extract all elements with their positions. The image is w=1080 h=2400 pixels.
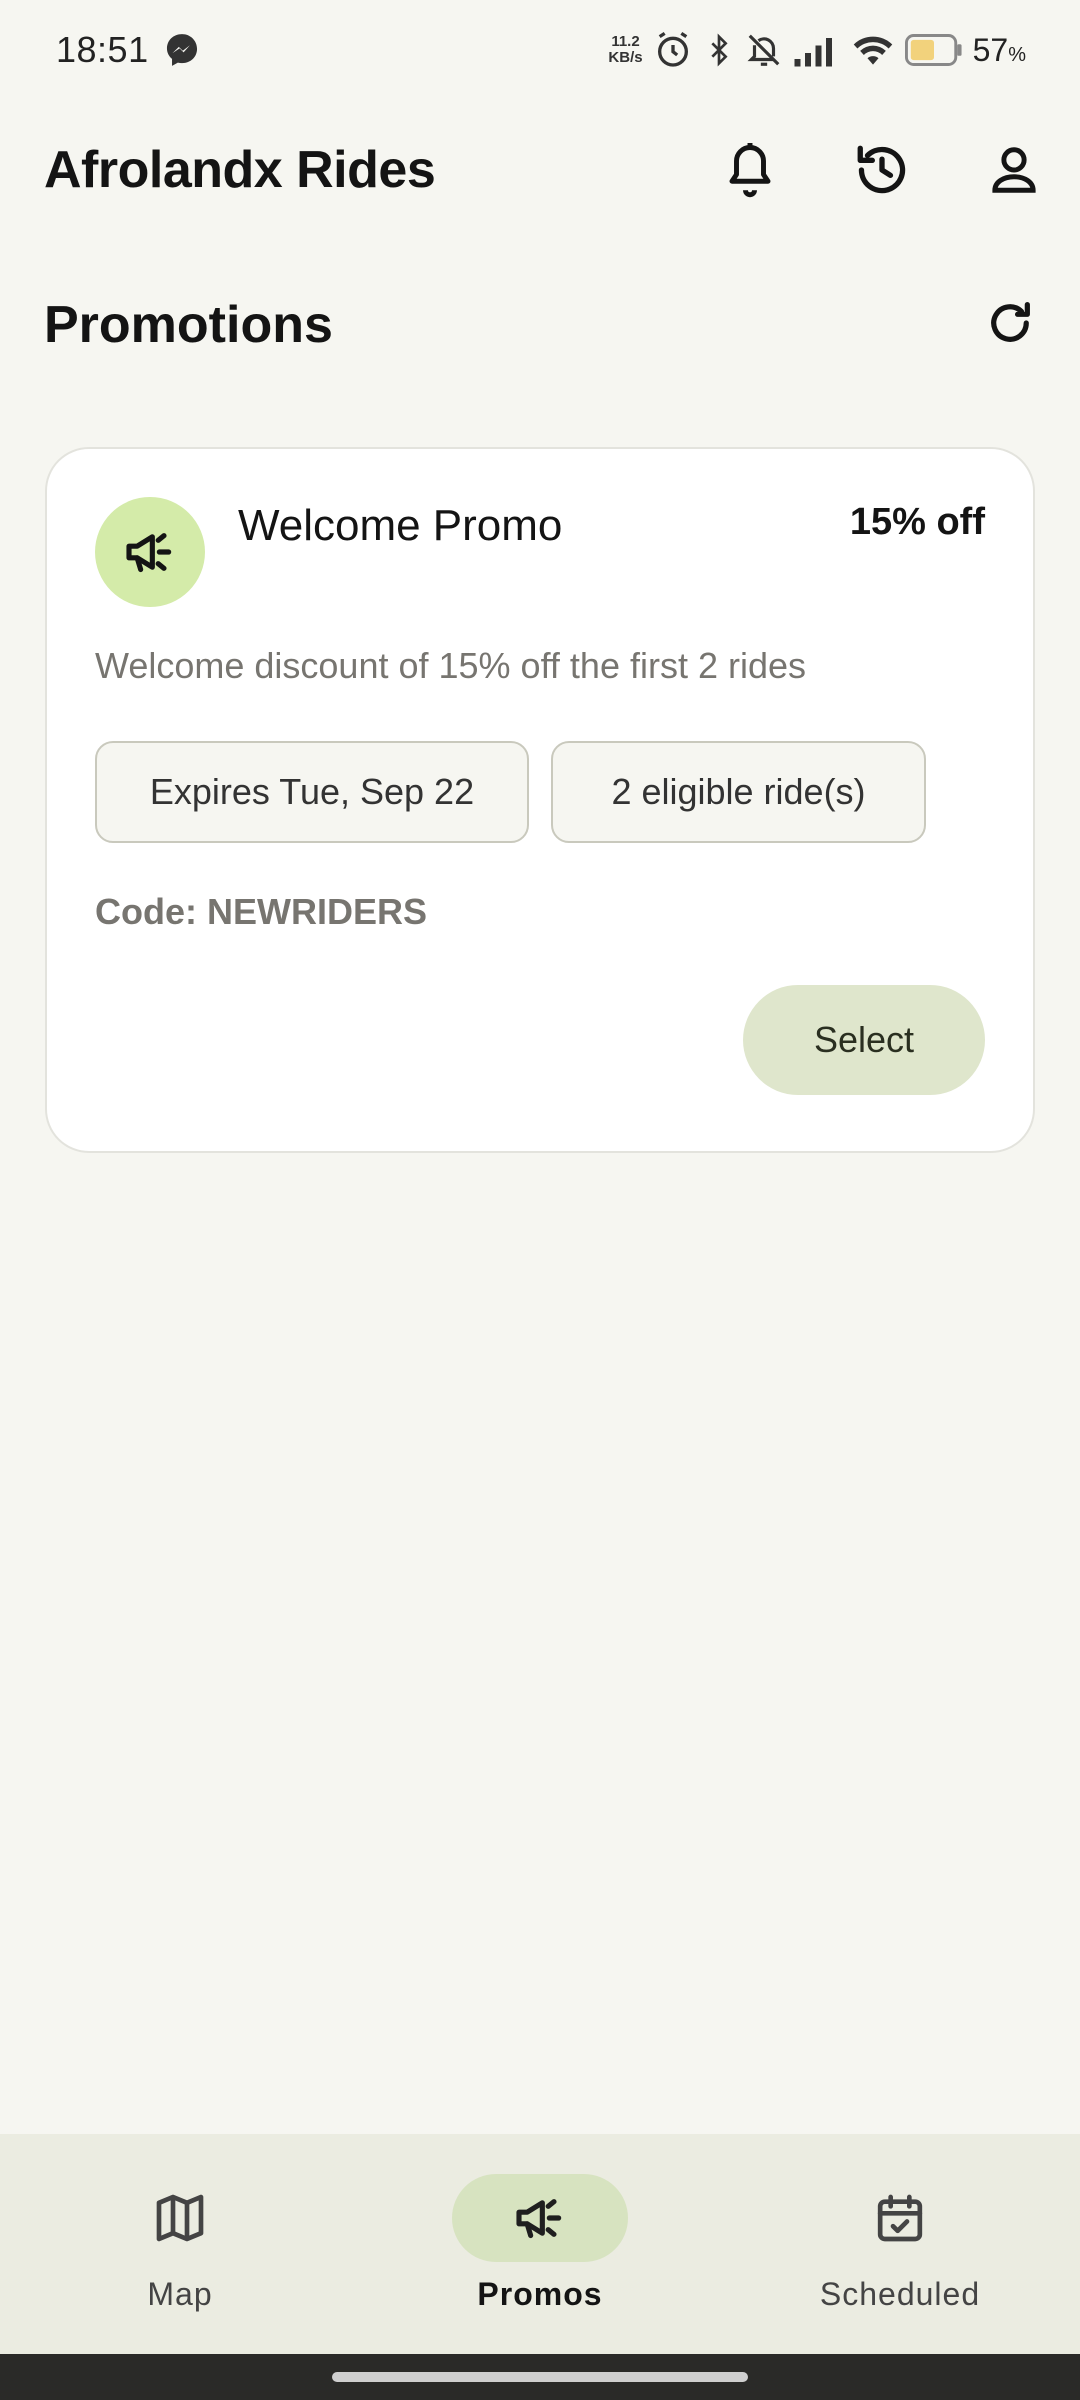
- map-icon: [156, 2194, 204, 2242]
- profile-icon: [992, 147, 1036, 193]
- nav-label: Scheduled: [819, 2276, 981, 2312]
- bottom-nav: Map Promos Scheduled: [0, 2134, 1080, 2354]
- net-speed-value: 11.2: [611, 33, 640, 50]
- megaphone-icon: [126, 533, 172, 573]
- nav-icon-wrap: [812, 2174, 988, 2262]
- promo-code: Code: NEWRIDERS: [95, 891, 427, 932]
- app-actions: [684, 120, 1080, 220]
- promo-card[interactable]: Welcome Promo 15% off Welcome discount o…: [45, 447, 1035, 1153]
- history-icon: [857, 145, 906, 194]
- nav-icon-wrap: [92, 2174, 268, 2262]
- nav-label: Promos: [477, 2276, 603, 2312]
- app-bar: Afrolandx Rides: [0, 120, 1080, 220]
- mute-icon: [745, 31, 783, 69]
- battery-percent: 57%: [973, 32, 1026, 69]
- select-button[interactable]: Select: [743, 985, 985, 1095]
- notifications-button[interactable]: [684, 120, 816, 220]
- promotions-screen: 18:51 11.2 KB/s 57% Afrolandx Rides Prom…: [0, 0, 1080, 2400]
- promo-title: Welcome Promo: [238, 501, 563, 550]
- megaphone-icon: [516, 2199, 562, 2239]
- promo-avatar: [95, 497, 205, 607]
- status-right: 11.2 KB/s 57%: [608, 30, 1026, 70]
- history-button[interactable]: [816, 120, 948, 220]
- status-time: 18:51: [56, 29, 149, 70]
- bluetooth-icon: [703, 30, 735, 70]
- promo-discount: 15% off: [849, 501, 985, 543]
- net-speed: 11.2 KB/s: [608, 34, 642, 66]
- gesture-area: [0, 2354, 1080, 2400]
- messenger-icon: [163, 31, 201, 69]
- net-speed-unit: KB/s: [608, 49, 643, 66]
- refresh-icon: [991, 301, 1030, 342]
- nav-label: Map: [147, 2276, 213, 2312]
- alarm-icon: [653, 30, 693, 70]
- wifi-icon: [851, 31, 895, 69]
- nav-icon-wrap: [452, 2174, 628, 2262]
- refresh-button[interactable]: [984, 297, 1036, 354]
- battery-percent-value: 57: [972, 31, 1009, 68]
- expires-chip: Expires Tue, Sep 22: [95, 741, 529, 843]
- nav-item-map[interactable]: Map: [0, 2134, 360, 2354]
- promo-description: Welcome discount of 15% off the first 2 …: [95, 645, 807, 686]
- app-title: Afrolandx Rides: [44, 141, 436, 199]
- battery-percent-suffix: %: [1008, 43, 1026, 66]
- section-title: Promotions: [44, 296, 333, 354]
- status-left: 18:51: [56, 29, 201, 71]
- bell-icon: [729, 143, 771, 198]
- battery-icon: [904, 34, 963, 66]
- nav-item-promos[interactable]: Promos: [360, 2134, 720, 2354]
- expires-chip-label: Expires Tue, Sep 22: [149, 771, 475, 812]
- status-bar: 18:51 11.2 KB/s 57%: [0, 0, 1080, 100]
- gesture-bar[interactable]: [332, 2372, 748, 2382]
- calendar-check-icon: [877, 2194, 923, 2242]
- nav-item-scheduled[interactable]: Scheduled: [720, 2134, 1080, 2354]
- eligible-rides-chip: 2 eligible ride(s): [551, 741, 926, 843]
- section-header: Promotions: [0, 280, 1080, 370]
- profile-button[interactable]: [948, 120, 1080, 220]
- eligible-rides-chip-label: 2 eligible ride(s): [611, 771, 866, 812]
- signal-icon: [793, 32, 841, 68]
